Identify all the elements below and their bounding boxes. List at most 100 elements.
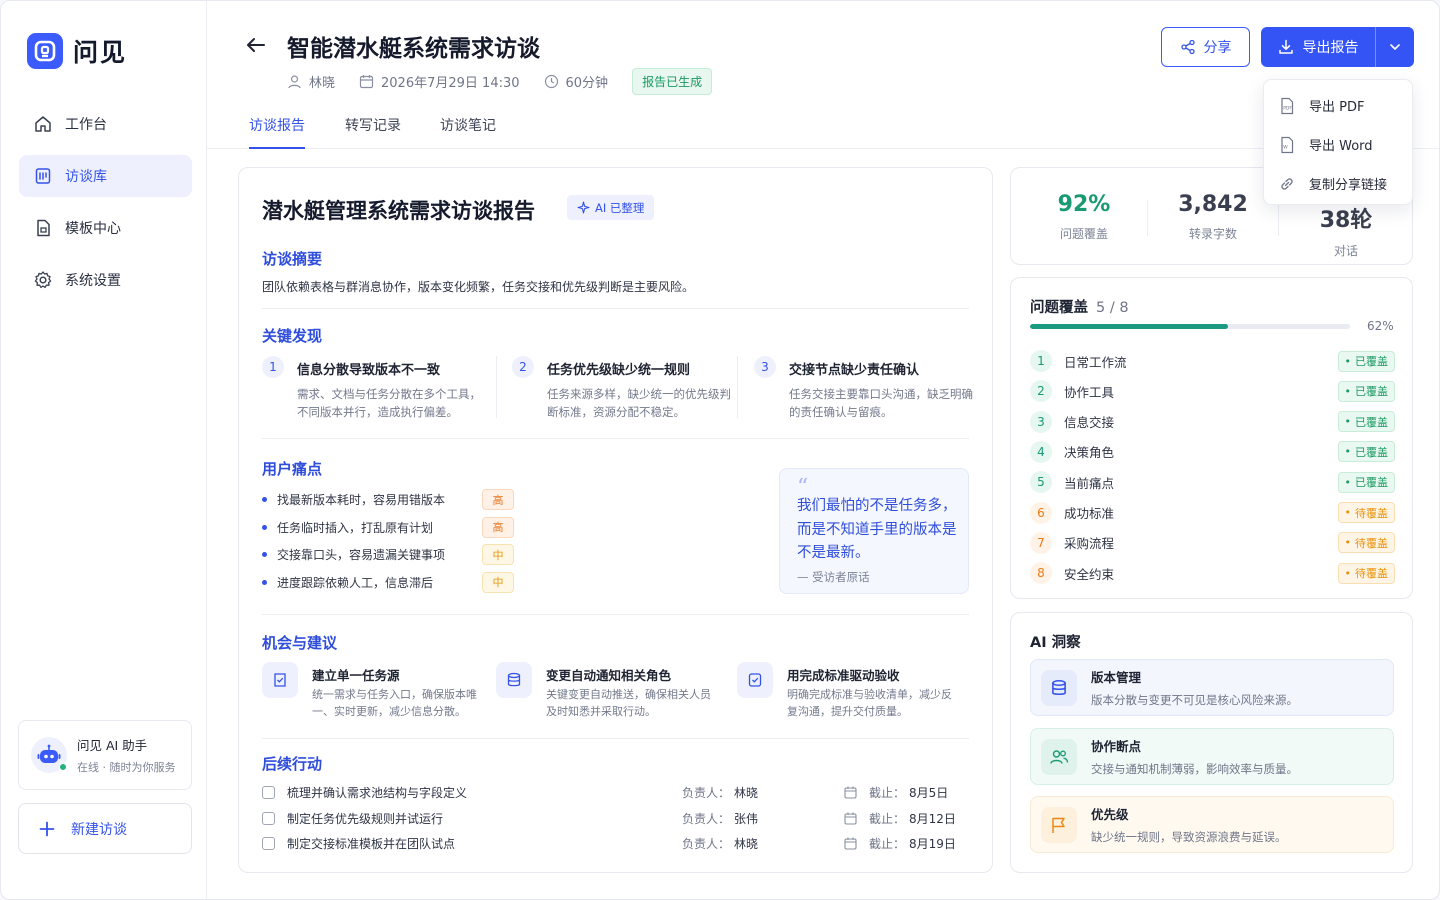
divider: [1147, 200, 1148, 236]
back-arrow-icon[interactable]: [243, 32, 269, 58]
coverage-status-text: 待覆盖: [1355, 536, 1388, 550]
status-dot: •: [1344, 536, 1352, 550]
flag-icon: [1041, 806, 1077, 843]
status-dot: •: [1344, 566, 1352, 580]
pain-point-item: 找最新版本耗时，容易用错版本 高: [262, 486, 522, 514]
summary-heading: 访谈摘要: [262, 250, 323, 268]
ai-organized-tag: AI 已整理: [567, 195, 655, 220]
action-owner: 负责人： 林晓: [682, 785, 759, 800]
pain-point-item: 任务临时插入，打乱原有计划 高: [262, 514, 522, 542]
opportunity-title: 建立单一任务源: [312, 668, 400, 683]
coverage-item[interactable]: 6 成功标准 • 待覆盖: [1030, 498, 1395, 528]
coverage-status-text: 已覆盖: [1355, 445, 1388, 459]
copy-link-item[interactable]: 复制分享链接: [1264, 164, 1412, 203]
insights-heading: AI 洞察: [1030, 635, 1081, 651]
tab-report[interactable]: 访谈报告: [249, 115, 305, 149]
interview-datetime: 2026年7月29日 14:30: [381, 76, 520, 91]
calendar-icon: [359, 75, 374, 89]
action-owner: 负责人： 张伟: [682, 811, 759, 826]
interviewee-quote: “ 我们最怕的不是任务多，而是不知道手里的版本是不是最新。 — 受访者原话: [779, 468, 969, 594]
sidebar-item-workbench[interactable]: 工作台: [19, 103, 192, 145]
action-checkbox[interactable]: [262, 836, 275, 850]
logo-icon: [27, 33, 63, 69]
divider: [262, 308, 969, 309]
sidebar-item-templates[interactable]: 模板中心: [19, 207, 192, 249]
sidebar-item-settings[interactable]: 系统设置: [19, 259, 192, 301]
action-checkbox[interactable]: [262, 785, 275, 799]
export-dropdown-toggle[interactable]: [1375, 27, 1414, 67]
plus-icon: [39, 821, 55, 836]
pain-points-list: 找最新版本耗时，容易用错版本 高 任务临时插入，打乱原有计划 高 交接靠口头，容…: [262, 486, 522, 596]
export-pdf-item[interactable]: PDF 导出 PDF: [1264, 86, 1412, 125]
coverage-item[interactable]: 3 信息交接 • 已覆盖: [1030, 407, 1395, 437]
action-owner: 负责人： 林晓: [682, 836, 759, 851]
tab-notes[interactable]: 访谈笔记: [440, 115, 496, 147]
export-pdf-label: 导出 PDF: [1309, 100, 1365, 115]
coverage-count: 5 / 8: [1096, 300, 1129, 316]
sparkle-icon: [577, 201, 590, 214]
coverage-number: 3: [1030, 410, 1052, 433]
svg-text:PDF: PDF: [1283, 105, 1292, 111]
insight-desc: 版本分散与变更不可见是核心风险来源。: [1091, 693, 1298, 707]
coverage-number: 1: [1030, 350, 1052, 372]
action-due: 截止： 8月19日: [844, 835, 956, 852]
pain-point-text: 任务临时插入，打乱原有计划: [277, 520, 434, 535]
report-tabs: 访谈报告 转写记录 访谈笔记: [207, 101, 1439, 149]
report-card: 潜水艇管理系统需求访谈报告 AI 已整理 访谈摘要 团队依赖表格与群消息协作，版…: [238, 167, 993, 873]
insight-desc: 缺少统一规则，导致资源浪费与延误。: [1091, 830, 1287, 844]
calendar-icon: [844, 812, 857, 825]
export-menu: PDF 导出 PDF W 导出 Word 复制分享链接: [1263, 79, 1413, 205]
export-report-button[interactable]: 导出报告: [1261, 27, 1375, 67]
share-button[interactable]: 分享: [1161, 27, 1250, 67]
sidebar-item-library[interactable]: 访谈库: [19, 155, 192, 197]
stat-value: 38轮: [1319, 208, 1373, 233]
coverage-status-badge: • 已覆盖: [1337, 471, 1395, 493]
export-label: 导出报告: [1302, 40, 1359, 56]
coverage-item[interactable]: 4 决策角色 • 已覆盖: [1030, 437, 1395, 467]
pdf-file-icon: PDF: [1281, 97, 1294, 114]
coverage-number: 8: [1030, 562, 1052, 585]
online-status-dot: [59, 763, 67, 771]
insight-item[interactable]: 版本管理 版本分散与变更不可见是核心风险来源。: [1030, 659, 1394, 716]
pain-point-text: 找最新版本耗时，容易用错版本: [277, 493, 446, 508]
severity-badge: 高: [482, 516, 514, 538]
export-report-button-group: 导出报告: [1261, 27, 1414, 67]
status-dot: •: [1344, 384, 1352, 398]
summary-text: 团队依赖表格与群消息协作，版本变化频繁，任务交接和优先级判断是主要风险。: [262, 280, 695, 294]
findings-heading: 关键发现: [262, 327, 323, 345]
coverage-progress-fill: [1030, 324, 1229, 329]
finding-number: 1: [262, 356, 284, 378]
app-logo[interactable]: 问见: [27, 33, 127, 69]
coverage-number: 2: [1030, 380, 1052, 403]
database-icon: [496, 662, 532, 698]
action-due: 截止： 8月12日: [844, 810, 956, 827]
action-item: 制定任务优先级规则并试运行 负责人： 张伟 截止： 8月12日: [262, 805, 962, 831]
new-interview-label: 新建访谈: [71, 821, 127, 838]
insight-item[interactable]: 优先级 缺少统一规则，导致资源浪费与延误。: [1030, 796, 1394, 853]
insight-item[interactable]: 协作断点 交接与通知机制薄弱，影响效率与质量。: [1030, 728, 1394, 785]
action-item: 制定交接标准模板并在团队试点 负责人： 林晓 截止： 8月19日: [262, 830, 962, 856]
pain-point-text: 进度跟踪依赖人工，信息滞后: [277, 575, 434, 590]
coverage-status-text: 待覆盖: [1355, 506, 1388, 520]
coverage-item[interactable]: 5 当前痛点 • 已覆盖: [1030, 467, 1395, 497]
ai-assistant-card[interactable]: 问见 AI 助手 在线 · 随时为你服务: [18, 720, 192, 790]
sidebar-item-label: 访谈库: [65, 169, 107, 185]
assistant-name: 问见 AI 助手: [77, 738, 148, 753]
opportunity-title: 用完成标准驱动验收: [787, 668, 900, 683]
coverage-item[interactable]: 8 安全约束 • 待覆盖: [1030, 558, 1395, 588]
new-interview-button[interactable]: 新建访谈: [18, 803, 192, 854]
export-word-item[interactable]: W 导出 Word: [1264, 125, 1412, 164]
database-icon: [1041, 669, 1077, 706]
stat-turns: 38轮 对话: [1296, 202, 1396, 259]
coverage-label: 信息交接: [1064, 415, 1115, 431]
coverage-status-text: 已覆盖: [1355, 476, 1388, 490]
ai-tag-label: AI 已整理: [595, 200, 645, 215]
action-checkbox[interactable]: [262, 811, 275, 825]
tab-transcript[interactable]: 转写记录: [345, 115, 401, 147]
coverage-item[interactable]: 7 采购流程 • 待覆盖: [1030, 528, 1395, 558]
sidebar: 问见 工作台 访谈库 模板中心 系统设置 问见 AI 助手 在线 · 随时为你服…: [1, 1, 207, 899]
coverage-item[interactable]: 1 日常工作流 • 已覆盖: [1030, 346, 1395, 376]
coverage-item[interactable]: 2 协作工具 • 已覆盖: [1030, 376, 1395, 406]
severity-badge: 高: [482, 489, 514, 511]
insight-title: 优先级: [1091, 807, 1129, 822]
